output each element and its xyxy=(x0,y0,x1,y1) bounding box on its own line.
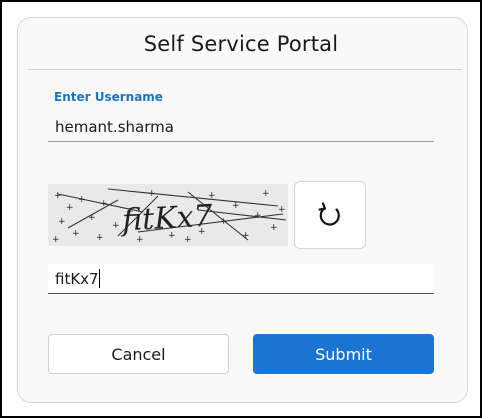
window-frame: Self Service Portal Enter Username +++ +… xyxy=(0,0,482,418)
svg-text:+: + xyxy=(72,229,80,239)
svg-text:+: + xyxy=(100,199,108,209)
svg-text:+: + xyxy=(270,223,278,233)
svg-text:+: + xyxy=(242,231,250,241)
svg-text:+: + xyxy=(78,195,86,205)
captcha-input[interactable] xyxy=(48,264,434,294)
cancel-button[interactable]: Cancel xyxy=(48,334,229,374)
svg-text:+: + xyxy=(220,217,228,227)
svg-text:+: + xyxy=(262,189,270,199)
text-caret xyxy=(99,269,100,288)
title-divider xyxy=(28,69,462,70)
svg-text:+: + xyxy=(148,189,156,199)
svg-text:+: + xyxy=(96,233,104,243)
username-input[interactable] xyxy=(48,112,434,142)
svg-text:+: + xyxy=(54,191,62,201)
captcha-image: +++ +++ +++ +++ +++ +++ +++ +++ fitKx7 xyxy=(48,184,288,246)
submit-button[interactable]: Submit xyxy=(253,334,434,374)
svg-text:+: + xyxy=(254,211,262,221)
svg-text:+: + xyxy=(278,205,286,215)
username-label: Enter Username xyxy=(54,90,163,104)
svg-text:+: + xyxy=(66,203,74,213)
svg-text:+: + xyxy=(232,201,240,211)
svg-text:+: + xyxy=(112,221,120,231)
svg-text:+: + xyxy=(184,235,192,245)
svg-text:+: + xyxy=(52,235,60,245)
refresh-icon xyxy=(318,202,340,226)
svg-text:+: + xyxy=(88,213,96,223)
svg-text:+: + xyxy=(58,217,66,227)
page-title: Self Service Portal xyxy=(143,32,339,56)
refresh-captcha-button[interactable] xyxy=(294,181,366,249)
captcha-text: fitKx7 xyxy=(119,199,214,239)
